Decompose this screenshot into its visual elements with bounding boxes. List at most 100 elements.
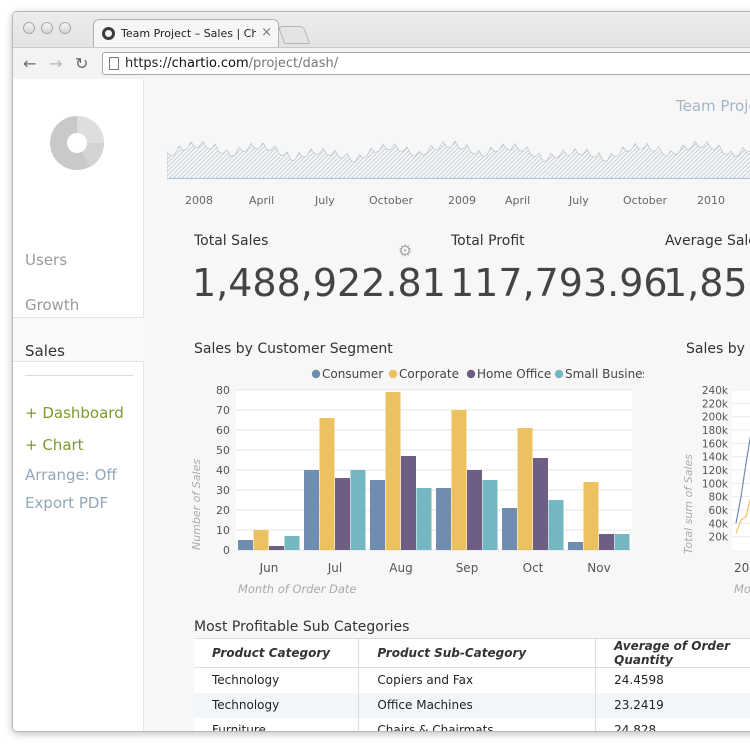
- reload-icon[interactable]: ↻: [75, 54, 88, 73]
- bar-corporate[interactable]: [583, 482, 599, 550]
- new-tab-button[interactable]: [277, 26, 311, 44]
- x-tick-label: Jul: [327, 561, 342, 575]
- bar-small-business[interactable]: [416, 488, 432, 550]
- bar-consumer[interactable]: [436, 488, 451, 550]
- chart-title-segment: Sales by Customer Segment: [194, 341, 393, 357]
- bar-consumer[interactable]: [568, 542, 583, 550]
- table-cell: 24.828: [595, 717, 750, 731]
- chart-title-sales-line: Sales by: [686, 341, 745, 357]
- timeline-label: July: [569, 194, 589, 207]
- x-tick-label: Aug: [389, 561, 412, 575]
- kpi-title-average-sale: Average Sale: [665, 233, 750, 249]
- export-pdf-button[interactable]: Export PDF: [25, 494, 108, 512]
- timeline-label: 2008: [185, 194, 213, 207]
- bar-home-office[interactable]: [467, 470, 482, 550]
- url-path: /project/dash/: [248, 56, 339, 71]
- line-chart-sales[interactable]: 20k 40k60k80k 100k120k140k 160k180k200k 220k…: [664, 364, 750, 614]
- y-tick-label: 200k: [702, 412, 729, 424]
- bar-small-business[interactable]: [350, 470, 366, 550]
- y-tick-label: 80: [216, 384, 230, 397]
- url-scheme: https://: [125, 56, 172, 71]
- browser-tab[interactable]: Team Project – Sales | Charti ×: [93, 19, 279, 47]
- back-arrow-icon[interactable]: ←: [23, 54, 36, 73]
- table-row[interactable]: Technology Office Machines 23.2419: [194, 692, 750, 718]
- y-tick-label: 10: [216, 524, 230, 537]
- timeline-label: 2010: [697, 194, 725, 207]
- timeline-area: [167, 140, 750, 179]
- legend-label[interactable]: Corporate: [399, 367, 459, 381]
- kpi-value-total-sales: 1,488,922.81: [192, 261, 446, 305]
- divider: [25, 375, 133, 376]
- x-axis-label: Month of Order Date: [238, 582, 356, 596]
- y-tick-label: 100k: [702, 478, 729, 490]
- kpi-value-average-sale: 1,85: [663, 261, 748, 305]
- y-tick-label: 140k: [702, 452, 729, 464]
- arrange-toggle[interactable]: Arrange: Off: [25, 466, 117, 484]
- bar-home-office[interactable]: [533, 458, 548, 550]
- bar-consumer[interactable]: [502, 508, 517, 550]
- x-axis-label: Mont: [734, 582, 750, 596]
- browser-window: Team Project – Sales | Charti × ← → ↻ ht…: [12, 11, 750, 732]
- bar-corporate[interactable]: [385, 392, 401, 550]
- bar-corporate[interactable]: [451, 410, 467, 550]
- column-header[interactable]: Average of Order Quantity: [595, 638, 750, 668]
- x-tick-label: Jun: [259, 561, 279, 575]
- table-cell: Technology: [194, 692, 360, 718]
- dashboard-main: Team Project 2008 April July October 2009 Apr…: [144, 79, 750, 731]
- gear-icon[interactable]: ⚙: [398, 241, 412, 260]
- y-tick-label: 40: [216, 464, 230, 477]
- bar-small-business[interactable]: [548, 500, 564, 550]
- y-tick-label: 240k: [702, 385, 729, 397]
- close-window-button[interactable]: [23, 22, 35, 34]
- bar-consumer[interactable]: [304, 470, 319, 550]
- tab-title: Team Project – Sales | Charti: [121, 27, 256, 40]
- bar-home-office[interactable]: [335, 478, 350, 550]
- profit-table: Product Category Product Sub-Category Aver…: [194, 638, 750, 731]
- legend-label[interactable]: Small Business: [565, 367, 644, 381]
- bar-consumer[interactable]: [370, 480, 385, 550]
- bar-corporate[interactable]: [517, 428, 533, 550]
- y-tick-label: 20: [216, 504, 230, 517]
- sidebar-item-sales[interactable]: Sales: [25, 342, 65, 360]
- bar-home-office[interactable]: [599, 534, 614, 550]
- column-header[interactable]: Product Category: [194, 638, 360, 668]
- table-cell: Copiers and Fax: [358, 667, 597, 693]
- sidebar-item-users[interactable]: Users: [25, 251, 67, 269]
- table-cell: Chairs & Chairmats: [358, 717, 597, 731]
- browser-chrome: Team Project – Sales | Charti × ← → ↻ ht…: [13, 12, 750, 79]
- y-tick-label: 220k: [702, 398, 729, 410]
- address-bar[interactable]: https://chartio.com/project/dash/: [102, 52, 750, 75]
- timeline-label: October: [623, 194, 668, 207]
- y-tick-label: 30: [216, 484, 230, 497]
- bar-chart-segment[interactable]: 0 10 20 30 40 50 60 70 80 Jun Jul Aug Sep Oct Nov Month…: [164, 364, 644, 614]
- timeline-label: April: [249, 194, 275, 207]
- table-row[interactable]: Furniture Chairs & Chairmats 24.828: [194, 717, 750, 731]
- forward-arrow-icon[interactable]: →: [49, 54, 62, 73]
- chartio-favicon-icon: [102, 27, 115, 40]
- bar-corporate[interactable]: [319, 418, 335, 550]
- bar-home-office[interactable]: [269, 546, 284, 550]
- bar-home-office[interactable]: [401, 456, 416, 550]
- legend-swatch: [466, 369, 476, 379]
- legend-label[interactable]: Consumer: [322, 367, 383, 381]
- table-row[interactable]: Technology Copiers and Fax 24.4598: [194, 667, 750, 693]
- bar-small-business[interactable]: [614, 534, 630, 550]
- sidebar-item-growth[interactable]: Growth: [25, 296, 79, 314]
- x-tick-label: 2008: [734, 561, 750, 575]
- url-text[interactable]: https://chartio.com/project/dash/: [125, 56, 338, 71]
- column-header[interactable]: Product Sub-Category: [358, 638, 597, 668]
- bar-corporate[interactable]: [253, 530, 269, 550]
- legend-label[interactable]: Home Office: [477, 367, 551, 381]
- bar-small-business[interactable]: [284, 536, 300, 550]
- y-axis-label: Number of Sales: [190, 459, 203, 550]
- timeline-sparkline[interactable]: [167, 129, 750, 179]
- add-chart-button[interactable]: + Chart: [25, 436, 84, 454]
- tab-close-icon[interactable]: ×: [261, 25, 272, 40]
- maximize-window-button[interactable]: [59, 22, 71, 34]
- bar-consumer[interactable]: [238, 540, 253, 550]
- bar-small-business[interactable]: [482, 480, 498, 550]
- minimize-window-button[interactable]: [41, 22, 53, 34]
- kpi-title-total-sales: Total Sales: [194, 233, 269, 249]
- add-dashboard-button[interactable]: + Dashboard: [25, 404, 124, 422]
- timeline-label: April: [505, 194, 531, 207]
